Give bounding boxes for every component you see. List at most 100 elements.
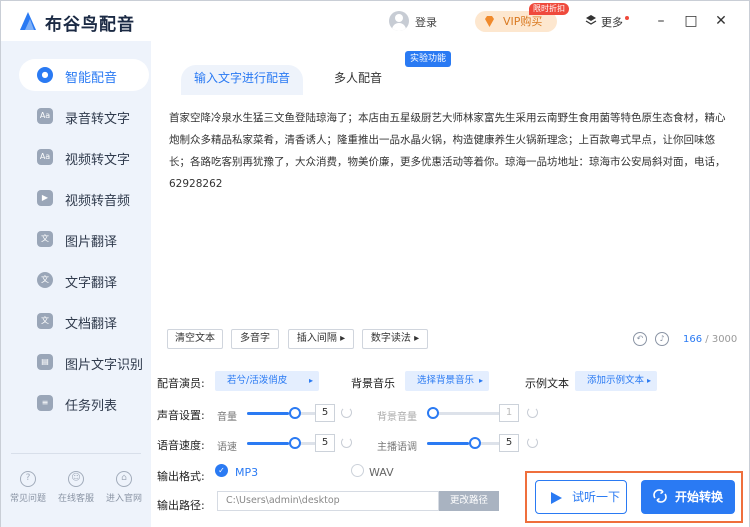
bgm-select[interactable]: 选择背景音乐 ▸ — [405, 371, 489, 391]
slider-knob[interactable] — [469, 437, 481, 449]
text-editor[interactable]: 首家空降冷泉水生猛三文鱼登陆琼海了；本店由五星级厨艺大师林家富先生采用云南野生食… — [151, 95, 749, 357]
bird-logo-icon — [20, 12, 36, 30]
minimize-button[interactable]: – — [649, 9, 673, 33]
sidebar-item-task-list[interactable]: ≡ 任务列表 — [19, 387, 149, 419]
sidebar-item-text-translate[interactable]: 文 文字翻译 — [19, 264, 149, 296]
start-convert-button[interactable]: 开始转换 — [641, 480, 735, 514]
voice-speed-label: 语音速度: — [157, 439, 205, 452]
convert-icon — [653, 489, 667, 503]
maximize-button[interactable]: □ — [679, 9, 703, 33]
undo-icon[interactable]: ↶ — [633, 332, 647, 346]
reset-icon[interactable] — [527, 407, 538, 418]
sample-text-select[interactable]: 添加示例文本 ▸ — [575, 371, 657, 391]
slider-knob[interactable] — [289, 437, 301, 449]
discount-badge: 限时折扣 — [529, 3, 569, 15]
footer-item-label: 进入官网 — [105, 494, 142, 504]
insert-pause-label: 插入间隔 — [296, 333, 337, 344]
slider-knob[interactable] — [427, 407, 439, 419]
app-title: 布谷鸟配音 — [45, 15, 135, 35]
sidebar-item-label: 录音转文字 — [65, 112, 131, 127]
sidebar-item-doc-translate[interactable]: 文 文档翻译 — [19, 305, 149, 337]
char-counter: 166 / 3000 — [683, 334, 737, 345]
clear-text-button[interactable]: 清空文本 — [167, 329, 223, 349]
app-window: 布谷鸟配音 登录 VIP购买 限时折扣 更多 – □ ✕ ● 智能配音 Aa 录… — [0, 0, 750, 527]
format-wav-label[interactable]: WAV — [369, 466, 394, 479]
pitch-value[interactable]: 5 — [499, 434, 519, 452]
output-path-input[interactable]: C:\Users\admin\desktop — [217, 491, 439, 511]
user-avatar-icon[interactable] — [389, 11, 409, 31]
footer-item-help[interactable]: ? 常见问题 — [3, 471, 53, 504]
editor-text[interactable]: 首家空降冷泉水生猛三文鱼登陆琼海了；本店由五星级厨艺大师林家富先生采用云南野生食… — [169, 107, 731, 195]
format-wav-radio[interactable] — [351, 464, 364, 477]
sidebar-item-image-translate[interactable]: 文 图片翻译 — [19, 223, 149, 255]
sidebar-item-label: 图片文字识别 — [65, 358, 144, 373]
voice-actor-select[interactable]: 若兮/活泼俏皮 ▸ — [215, 371, 319, 391]
sidebar-divider — [11, 453, 141, 454]
sidebar-item-video-to-audio[interactable]: ▶ 视频转音频 — [19, 182, 149, 214]
text-translate-icon: 文 — [37, 272, 53, 288]
slider-knob[interactable] — [289, 407, 301, 419]
sidebar-item-label: 任务列表 — [65, 399, 118, 414]
sample-text-value: 添加示例文本 — [587, 375, 645, 386]
number-reading-label: 数字读法 — [370, 333, 411, 344]
task-list-icon: ≡ — [37, 395, 53, 411]
polyphone-button[interactable]: 多音字 — [231, 329, 279, 349]
main-panel: 输入文字进行配音 多人配音 实验功能 首家空降冷泉水生猛三文鱼登陆琼海了；本店由… — [151, 41, 749, 527]
convert-label: 开始转换 — [675, 490, 724, 504]
preview-button[interactable]: 试听一下 — [535, 480, 627, 514]
triangle-right-icon: ▸ — [308, 376, 313, 385]
reset-icon[interactable] — [341, 407, 352, 418]
sample-text-label: 示例文本 — [525, 377, 569, 390]
close-button[interactable]: ✕ — [709, 9, 733, 33]
triangle-right-icon: ▸ — [646, 376, 651, 385]
reset-icon[interactable] — [527, 437, 538, 448]
reset-icon[interactable] — [341, 437, 352, 448]
vip-purchase-label: VIP购买 — [503, 15, 543, 28]
slider-fill — [247, 442, 289, 445]
triangle-right-icon: ▸ — [478, 376, 483, 385]
support-icon: ☺ — [68, 471, 84, 487]
format-mp3-radio[interactable]: ✓ — [215, 464, 228, 477]
format-mp3-label[interactable]: MP3 — [235, 466, 258, 479]
more-button[interactable]: 更多 — [601, 14, 623, 30]
speed-value[interactable]: 5 — [315, 434, 335, 452]
slider-fill — [427, 442, 469, 445]
website-icon: ⌂ — [116, 471, 132, 487]
title-bar: 布谷鸟配音 登录 VIP购买 限时折扣 更多 – □ ✕ — [1, 1, 749, 41]
char-limit: / 3000 — [705, 334, 738, 345]
sidebar-item-label: 文档翻译 — [65, 317, 118, 332]
triangle-right-icon: ▸ — [414, 333, 420, 344]
slider-fill — [247, 412, 289, 415]
video-to-text-icon: Aa — [37, 149, 53, 165]
sidebar-item-video-to-text[interactable]: Aa 视频转文字 — [19, 141, 149, 173]
insert-pause-button[interactable]: 插入间隔 ▸ — [288, 329, 354, 349]
bg-volume-value[interactable]: 1 — [499, 404, 519, 422]
sound-icon[interactable]: ♪ — [655, 332, 669, 346]
sidebar-item-ocr[interactable]: ▤ 图片文字识别 — [19, 346, 149, 378]
experimental-badge: 实验功能 — [405, 51, 452, 67]
sidebar-item-smart-dubbing[interactable]: ● 智能配音 — [19, 59, 149, 91]
volume-label: 音量 — [217, 412, 237, 423]
video-to-audio-icon: ▶ — [37, 190, 53, 206]
help-icon: ? — [20, 471, 36, 487]
sidebar-item-label: 文字翻译 — [65, 276, 118, 291]
tab-multi-voice[interactable]: 多人配音 — [323, 65, 393, 95]
login-link[interactable]: 登录 — [415, 14, 437, 30]
action-highlight-box: 试听一下 开始转换 — [525, 471, 743, 523]
preview-label: 试听一下 — [572, 490, 621, 504]
sidebar: ● 智能配音 Aa 录音转文字 Aa 视频转文字 ▶ 视频转音频 文 图片翻译 … — [1, 41, 151, 527]
pitch-label: 主播语调 — [377, 442, 417, 453]
bg-volume-label: 背景音量 — [377, 412, 417, 423]
change-path-button[interactable]: 更改路径 — [439, 491, 499, 511]
number-reading-button[interactable]: 数字读法 ▸ — [362, 329, 428, 349]
footer-item-support[interactable]: ☺ 在线客服 — [51, 471, 101, 504]
doc-translate-icon: 文 — [37, 313, 53, 329]
audio-to-text-icon: Aa — [37, 108, 53, 124]
settings-panel: 配音演员: 若兮/活泼俏皮 ▸ 背景音乐 选择背景音乐 ▸ 示例文本 添加示例文本 ▸… — [151, 361, 749, 527]
volume-value[interactable]: 5 — [315, 404, 335, 422]
sidebar-item-label: 视频转文字 — [65, 153, 131, 168]
speed-label: 语速 — [217, 442, 237, 453]
footer-item-website[interactable]: ⌂ 进入官网 — [99, 471, 149, 504]
tab-text-dubbing[interactable]: 输入文字进行配音 — [181, 65, 303, 95]
sidebar-item-audio-to-text[interactable]: Aa 录音转文字 — [19, 100, 149, 132]
